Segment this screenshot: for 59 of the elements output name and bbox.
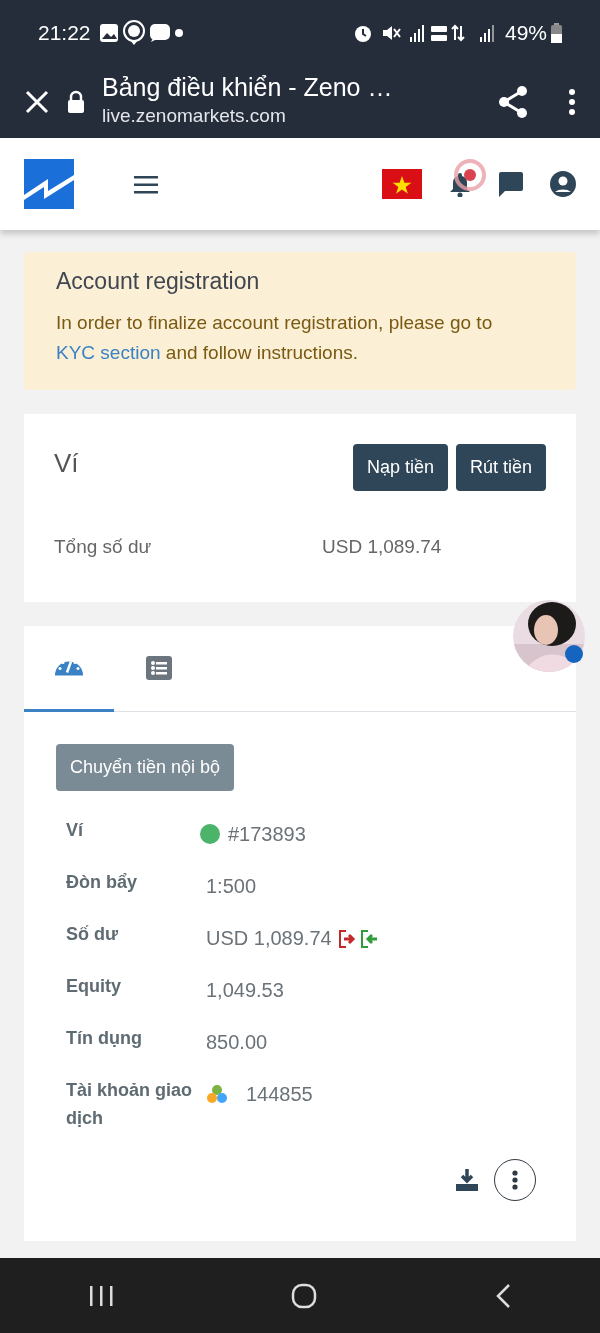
menu-icon	[134, 175, 158, 194]
alert-text: In order to finalize account registration, please go to KYC section and follow instructions.	[56, 310, 494, 365]
image-icon	[98, 22, 119, 43]
detail-value: USD 1,089.74	[206, 925, 332, 951]
dot-icon	[174, 28, 183, 37]
close-button[interactable]	[24, 88, 50, 115]
menu-button[interactable]	[568, 88, 576, 115]
detail-label: Số dư	[66, 922, 120, 946]
exit-icon	[337, 928, 356, 949]
enter-icon	[359, 928, 378, 949]
withdraw-button[interactable]: Rút tiền	[455, 444, 546, 492]
download-icon	[456, 1169, 478, 1192]
detail-value: 144855	[246, 1081, 313, 1107]
recent-apps-button[interactable]	[89, 1283, 113, 1308]
home-icon	[291, 1282, 317, 1309]
share-button[interactable]	[498, 85, 528, 118]
page-title: Bảng điều khiển - Zeno …	[102, 72, 394, 102]
recent-apps-icon	[89, 1285, 113, 1308]
logo-icon[interactable]	[24, 159, 74, 209]
detail-value: 1,049.53	[206, 977, 284, 1003]
list-icon	[146, 655, 172, 680]
transfer-button[interactable]: Chuyển tiền nội bộ	[56, 743, 235, 791]
url-text: live.zenomarkets.com	[102, 103, 287, 128]
detail-value: 850.00	[206, 1029, 268, 1055]
kyc-link[interactable]: KYC section	[56, 342, 161, 363]
detail-value: 1:500	[206, 873, 257, 899]
download-button[interactable]	[456, 1167, 478, 1192]
detail-label: Đòn bẩy	[66, 870, 138, 894]
battery-percent: 49%	[504, 19, 547, 46]
gauge-icon	[54, 660, 84, 676]
more-icon	[512, 1169, 518, 1190]
deposit-button[interactable]: Nạp tiền	[352, 444, 448, 492]
back-button[interactable]	[495, 1282, 511, 1309]
total-label: Tổng số dư	[54, 535, 153, 560]
detail-value: #173893	[228, 821, 306, 847]
total-value: USD 1,089.74	[322, 535, 442, 560]
chat-app-icon	[148, 22, 171, 43]
battery-icon	[551, 22, 562, 43]
detail-label: Equity	[66, 974, 122, 998]
face-pin-icon	[122, 19, 145, 46]
clock-time: 21:22	[38, 19, 91, 46]
platform-icon	[206, 1082, 228, 1105]
flag-icon[interactable]	[382, 169, 422, 199]
detail-label: Tài khoản giao dịch	[66, 1078, 194, 1130]
account-button[interactable]	[550, 171, 576, 197]
wallet-title: Ví	[54, 447, 79, 481]
messages-button[interactable]	[498, 171, 524, 197]
home-button[interactable]	[291, 1282, 317, 1309]
chat-icon	[498, 171, 524, 197]
back-icon	[495, 1282, 511, 1309]
detail-label: Ví	[66, 818, 85, 842]
more-icon	[568, 88, 576, 115]
detail-label: Tín dụng	[66, 1026, 143, 1050]
alert-title: Account registration	[56, 268, 261, 296]
signal-icon	[478, 22, 497, 43]
lock-icon	[66, 89, 86, 114]
close-icon	[24, 88, 50, 115]
share-icon	[498, 85, 528, 118]
user-icon	[550, 171, 576, 197]
